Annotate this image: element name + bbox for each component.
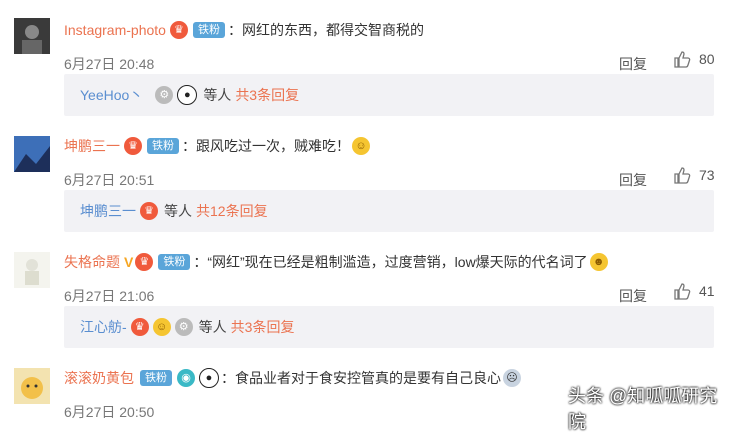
medal-icon: ⚙ (174, 318, 193, 336)
timestamp: 6月27日 21:06 (64, 288, 155, 304)
avatar[interactable] (14, 18, 50, 54)
eye-badge-icon: ◉ (177, 369, 195, 387)
avatar[interactable] (14, 136, 50, 172)
username[interactable]: 滚滚奶黄包 (64, 368, 134, 388)
grin-emoji-icon: ☺ (152, 318, 171, 336)
thumbs-up-icon (674, 283, 691, 300)
like-button[interactable]: 80 (673, 50, 715, 68)
fan-badge: 铁粉 (140, 370, 172, 386)
like-count: 73 (699, 167, 715, 183)
thread-reply-count-link[interactable]: 共12条回复 (196, 201, 268, 221)
fan-badge: 铁粉 (192, 22, 225, 38)
avatar[interactable] (14, 368, 50, 404)
thread-user[interactable]: 江心舫- (80, 317, 127, 337)
watermark: 头条 @知呱呱研究院 (568, 386, 718, 432)
thread-reply-count-link[interactable]: 共3条回复 (235, 85, 299, 105)
panda-icon: ● (177, 85, 198, 105)
timestamp: 6月27日 20:51 (64, 172, 155, 188)
shocked-emoji-icon: ☹ (503, 369, 521, 387)
reply-button[interactable]: 回复 (619, 286, 647, 306)
crown-badge-icon: ♛ (130, 318, 149, 336)
reply-button[interactable]: 回复 (619, 170, 647, 190)
reply-thread[interactable]: 坤鹏三一 ♛ 等人 共12条回复 (64, 190, 714, 232)
thread-user[interactable]: 坤鹏三一 (80, 201, 136, 221)
thumbs-up-icon (674, 51, 691, 68)
like-button[interactable]: 73 (673, 166, 715, 184)
avatar[interactable] (14, 252, 50, 288)
timestamp: 6月27日 20:48 (64, 56, 155, 72)
like-button[interactable]: 41 (673, 282, 715, 300)
thumbs-up-icon (674, 167, 691, 184)
crown-badge-icon: ♛ (135, 253, 154, 271)
medal-icon: ⚙ (155, 86, 174, 104)
thread-user[interactable]: YeeHoo丶 (80, 85, 143, 105)
like-count: 80 (699, 51, 715, 67)
username[interactable]: 失格命题 (64, 252, 120, 272)
reply-thread[interactable]: 江心舫- ♛ ☺ ⚙ 等人 共3条回复 (64, 306, 714, 348)
comment-text: ：“网红”现在已经是粗制滥造，过度营销，low爆天际的代名词了 (193, 254, 588, 270)
comment-text: ：网红的东西，都得交智商税的 (227, 22, 424, 38)
thinking-emoji-icon: ☻ (589, 253, 608, 271)
laughing-emoji-icon: ☺ (352, 137, 370, 155)
reply-button[interactable]: 回复 (619, 54, 647, 74)
crown-badge-icon: ♛ (124, 137, 142, 155)
panda-icon: ● (199, 368, 219, 388)
username[interactable]: 坤鹏三一 (64, 136, 120, 156)
comment-text: ：食品业者对于食安控管真的是要有自己良心 (221, 370, 501, 386)
v-verified-icon: V (124, 254, 134, 270)
username[interactable]: Instagram-photo (64, 20, 166, 40)
reply-thread[interactable]: YeeHoo丶 ⚙ ● 等人 共3条回复 (64, 74, 714, 116)
thread-reply-count-link[interactable]: 共3条回复 (231, 317, 295, 337)
timestamp: 6月27日 20:50 (64, 404, 155, 420)
fan-badge: 铁粉 (158, 254, 191, 270)
thread-suffix: 等人 (164, 203, 192, 219)
thread-suffix: 等人 (203, 87, 232, 103)
thread-suffix: 等人 (198, 319, 227, 335)
crown-badge-icon: ♛ (169, 21, 188, 39)
comment-text: ：跟风吃过一次，贼难吃！ (182, 138, 350, 154)
crown-badge-icon: ♛ (140, 202, 158, 220)
fan-badge: 铁粉 (147, 138, 179, 154)
like-count: 41 (699, 283, 715, 299)
